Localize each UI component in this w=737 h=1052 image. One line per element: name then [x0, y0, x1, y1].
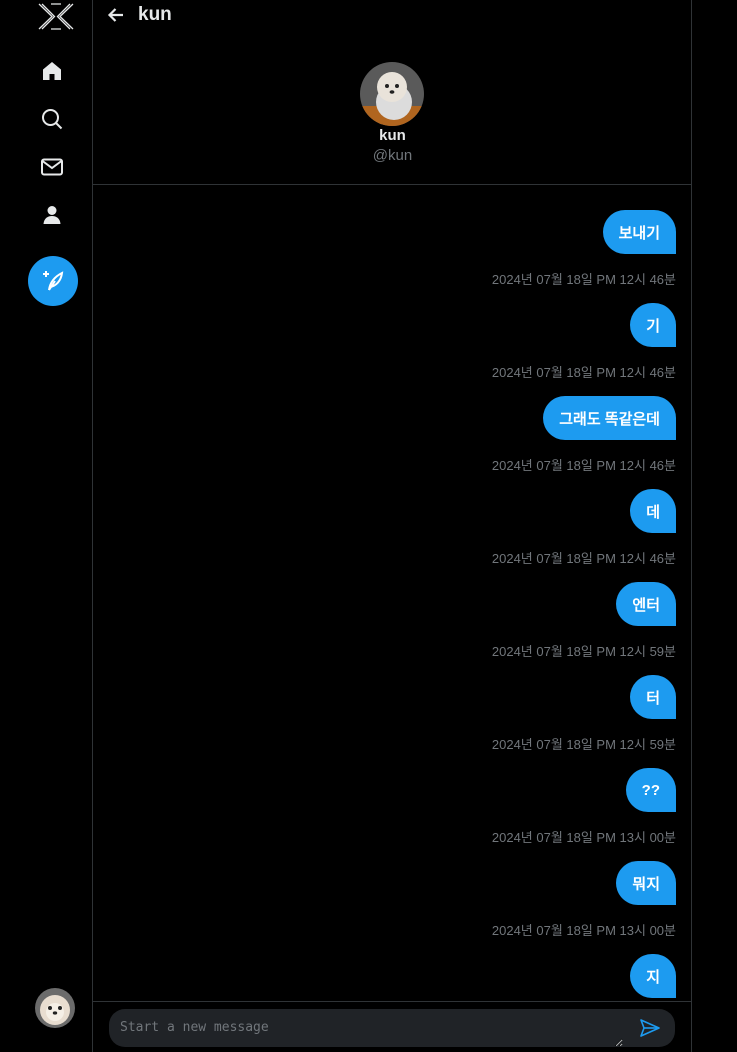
message-timestamp: 2024년 07월 18일 PM 12시 59분 [491, 737, 676, 752]
message-timestamp: 2024년 07월 18일 PM 13시 00분 [491, 830, 676, 845]
compose-button[interactable] [28, 256, 78, 306]
profile-handle: @kun [372, 147, 413, 164]
message-item: 기 2024년 07월 18일 PM 12시 46분 [492, 303, 676, 381]
logo-icon[interactable] [37, 2, 75, 31]
message-timestamp: 2024년 07월 18일 PM 12시 46분 [491, 551, 676, 566]
message-item: ?? 2024년 07월 18일 PM 13시 00분 [492, 768, 676, 846]
conversation-profile: kun @kun [93, 34, 692, 185]
message-timestamp: 2024년 07월 18일 PM 12시 46분 [491, 458, 676, 473]
message-bubble[interactable]: 터 [630, 675, 676, 719]
message-timestamp: 2024년 07월 18일 PM 13시 00분 [491, 923, 676, 938]
conversation-panel: kun kun @kun 보내기 2024년 07월 18일 PM 12시 46… [93, 0, 692, 1052]
message-input-container [109, 1009, 675, 1047]
search-icon[interactable] [38, 105, 66, 133]
mail-icon[interactable] [38, 153, 66, 181]
message-item: 뭐지 2024년 07월 18일 PM 13시 00분 [492, 861, 676, 939]
message-list: 보내기 2024년 07월 18일 PM 12시 46분 기 2024년 07월… [93, 185, 692, 1001]
home-icon[interactable] [38, 57, 66, 85]
sidebar [0, 0, 93, 1052]
page-title: kun [138, 4, 172, 25]
back-arrow-icon[interactable] [107, 6, 125, 24]
message-bubble[interactable]: 엔터 [616, 582, 676, 626]
message-timestamp: 2024년 07월 18일 PM 12시 46분 [491, 272, 676, 287]
message-item: 터 2024년 07월 18일 PM 12시 59분 [492, 675, 676, 753]
message-item: 엔터 2024년 07월 18일 PM 12시 59분 [492, 582, 676, 660]
send-icon[interactable] [639, 1017, 661, 1039]
message-bubble[interactable]: 기 [630, 303, 676, 347]
message-item: 그래도 똑같은데 2024년 07월 18일 PM 12시 46분 [492, 396, 676, 474]
message-bubble[interactable]: ?? [625, 768, 676, 812]
message-item: 데 2024년 07월 18일 PM 12시 46분 [492, 489, 676, 567]
conversation-header: kun [93, 0, 692, 34]
profile-name: kun [379, 127, 406, 144]
feather-icon [43, 271, 64, 291]
message-bubble[interactable]: 보내기 [602, 210, 676, 254]
message-item: 지 [630, 954, 676, 998]
message-composer [93, 1001, 692, 1052]
message-timestamp: 2024년 07월 18일 PM 12시 59분 [491, 644, 676, 659]
message-bubble[interactable]: 지 [630, 954, 676, 998]
message-timestamp: 2024년 07월 18일 PM 12시 46분 [491, 365, 676, 380]
profile-icon[interactable] [38, 201, 66, 229]
message-bubble[interactable]: 그래도 똑같은데 [543, 396, 676, 440]
avatar[interactable] [360, 62, 424, 126]
message-item: 보내기 2024년 07월 18일 PM 12시 46분 [492, 210, 676, 288]
message-input[interactable] [109, 1009, 623, 1047]
message-bubble[interactable]: 데 [630, 489, 676, 533]
message-bubble[interactable]: 뭐지 [616, 861, 676, 905]
account-avatar[interactable] [35, 988, 75, 1028]
